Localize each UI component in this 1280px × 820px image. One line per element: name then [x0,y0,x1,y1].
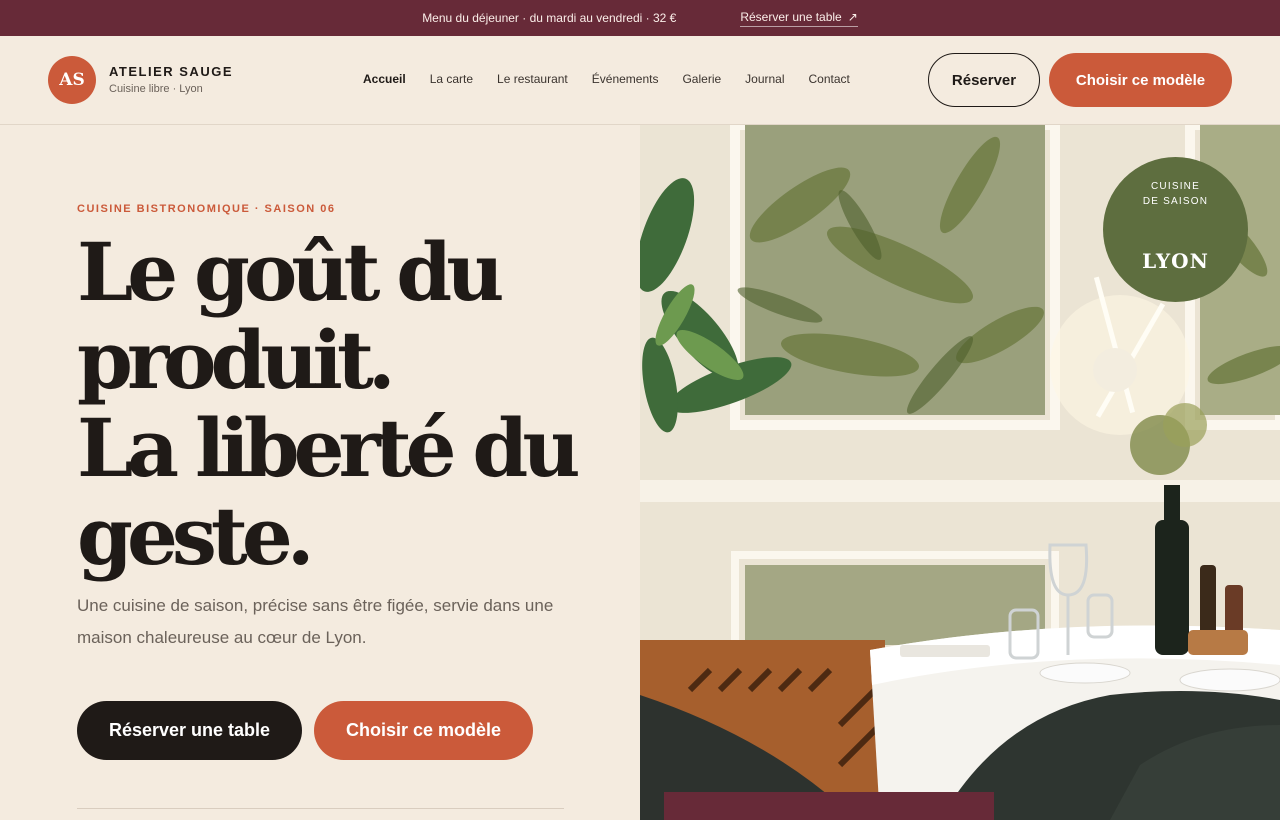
hero-divider [77,808,564,809]
hero-headline: Le goût du produit. La liberté du geste. [77,225,581,583]
hero-eyebrow: CUISINE BISTRONOMIQUE · SAISON 06 [77,203,336,215]
headline-line: geste. [77,489,315,583]
hero-lede: Une cuisine de saison, précise sans être… [77,596,554,647]
seasonal-cuisine-seal: CUISINE DE SAISON LYON [1103,157,1248,302]
seal-line-1: CUISINE [1151,181,1200,192]
choose-template-button[interactable]: Choisir ce modèle [1049,53,1232,107]
nav-item-contact[interactable]: Contact [809,72,850,86]
logo-badge[interactable]: AS [48,56,96,104]
reserve-table-button[interactable]: Réserver une table [77,701,302,760]
topbar-reserve-label: Réserver une table [740,9,842,24]
site-header: AS ATELIER SAUGE Cuisine libre · Lyon Ac… [0,36,1280,125]
seal-city: LYON [1142,249,1209,273]
nav-item-la-carte[interactable]: La carte [430,72,473,86]
announcement-bar: Menu du déjeuner · du mardi au vendredi … [0,0,1280,36]
logo-initials: AS [59,70,85,90]
choose-template-cta[interactable]: Choisir ce modèle [314,701,533,760]
headline-line: La liberté du [77,401,581,495]
nav-item-galerie[interactable]: Galerie [682,72,721,86]
announcement-text: Menu du déjeuner · du mardi au vendredi … [422,11,677,25]
brand-subtitle: Cuisine libre · Lyon [109,83,203,95]
nav-item-le-restaurant[interactable]: Le restaurant [497,72,568,86]
headline-line: produit. [77,313,396,407]
arrow-up-right-icon: ↗ [847,9,858,24]
reserve-button[interactable]: Réserver [928,53,1040,107]
main-nav: Accueil La carte Le restaurant Événement… [363,72,850,86]
nav-item-evenements[interactable]: Événements [592,72,659,86]
brand-name[interactable]: ATELIER SAUGE [109,64,233,79]
seal-line-2: DE SAISON [1142,196,1209,207]
topbar-reserve-link[interactable]: Réserver une table ↗ [740,9,858,27]
promo-card[interactable] [664,792,994,820]
seal-label: CUISINE DE SAISON [1103,179,1248,209]
nav-item-journal[interactable]: Journal [745,72,784,86]
headline-line: Le goût du [77,225,504,319]
nav-item-accueil[interactable]: Accueil [363,72,406,86]
